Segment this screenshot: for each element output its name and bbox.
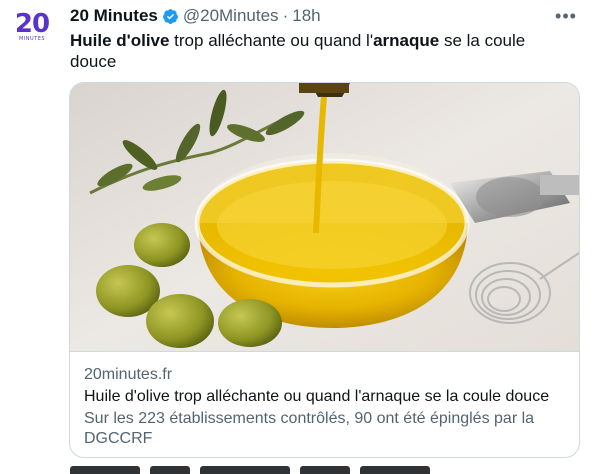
card-description: Sur les 223 établissements contrôlés, 90… xyxy=(84,410,535,447)
more-options-icon[interactable]: ••• xyxy=(554,5,578,27)
tweet-text: Huile d'olive trop alléchante ou quand l… xyxy=(70,30,570,72)
next-tweet-preview xyxy=(70,466,490,474)
link-card[interactable]: 20minutes.fr Huile d'olive trop alléchan… xyxy=(69,82,580,458)
tweet-header: 20 Minutes @20Minutes · 18h ••• xyxy=(70,5,580,27)
author-handle[interactable]: @20Minutes xyxy=(183,6,279,26)
separator-dot: · xyxy=(282,6,289,25)
timestamp[interactable]: 18h xyxy=(292,6,320,26)
tweet[interactable]: 20 MINUTES 20 Minutes @20Minutes · 18h •… xyxy=(0,0,600,474)
text-bold-1: Huile d'olive xyxy=(70,31,170,50)
text-bold-2: arnaque xyxy=(373,31,440,50)
logo-subtitle: MINUTES xyxy=(18,35,46,42)
card-meta[interactable]: 20minutes.fr Huile d'olive trop alléchan… xyxy=(70,351,579,457)
card-title[interactable]: Huile d'olive trop alléchante ou quand l… xyxy=(84,388,564,406)
twenty-minutes-logo-icon: 20 xyxy=(14,8,50,39)
olive-oil-image-icon xyxy=(70,83,579,351)
verified-badge-icon xyxy=(162,8,179,25)
text-normal-1: trop alléchante ou quand l' xyxy=(169,31,374,50)
avatar[interactable]: 20 MINUTES xyxy=(12,6,52,46)
author-name[interactable]: 20 Minutes xyxy=(70,6,158,26)
card-domain: 20minutes.fr xyxy=(84,366,173,383)
card-image[interactable] xyxy=(70,83,579,351)
